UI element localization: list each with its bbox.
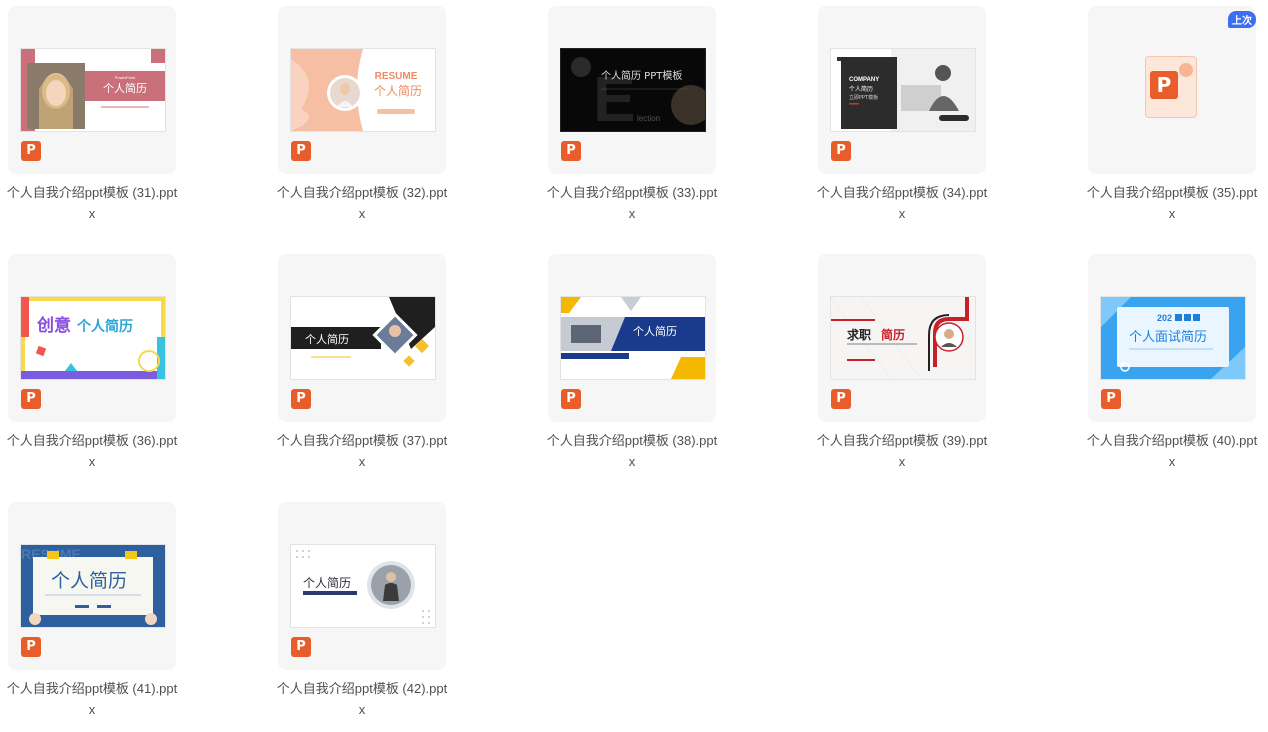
file-thumbnail: 个人简历 xyxy=(560,296,706,380)
file-name[interactable]: 个人自我介绍ppt模板 (41).pptx xyxy=(4,678,180,720)
file-item[interactable]: 个人简历 P 个人自我介绍ppt模板 (38).pptx xyxy=(547,254,728,484)
file-item[interactable]: 个人简历 PowerPoint P 个人自我介绍ppt模板 (31).pptx xyxy=(7,6,188,236)
powerpoint-icon: P xyxy=(21,637,41,657)
svg-text:COMPANY: COMPANY xyxy=(849,77,879,83)
file-card[interactable]: 个人简历 PowerPoint P xyxy=(8,6,176,174)
powerpoint-icon: P xyxy=(291,389,311,409)
powerpoint-icon: P xyxy=(831,141,851,161)
file-name[interactable]: 个人自我介绍ppt模板 (37).pptx xyxy=(274,430,450,472)
file-item[interactable]: P 上次 个人自我介绍ppt模板 (35).pptx xyxy=(1087,6,1268,236)
file-thumbnail: 求职 简历 xyxy=(830,296,976,380)
svg-text:RESUME: RESUME xyxy=(375,71,418,82)
powerpoint-icon: P xyxy=(21,389,41,409)
file-name[interactable]: 个人自我介绍ppt模板 (35).pptx xyxy=(1084,182,1260,224)
file-card[interactable]: 个人简历 P xyxy=(278,254,446,422)
file-item[interactable]: 个人简历 P 个人自我介绍ppt模板 (37).pptx xyxy=(277,254,458,484)
powerpoint-icon: P xyxy=(21,141,41,161)
file-card[interactable]: COMPANY 个人简历 立即PPT模板 P xyxy=(818,6,986,174)
file-card[interactable]: P 上次 xyxy=(1088,6,1256,174)
file-item[interactable]: COMPANY 个人简历 立即PPT模板 P 个人自我介绍ppt模板 (34).… xyxy=(817,6,998,236)
file-card[interactable]: RESUME 个人简历 P xyxy=(278,6,446,174)
powerpoint-icon: P xyxy=(291,141,311,161)
file-name[interactable]: 个人自我介绍ppt模板 (32).pptx xyxy=(274,182,450,224)
file-name[interactable]: 个人自我介绍ppt模板 (42).pptx xyxy=(274,678,450,720)
svg-text:创意: 创意 xyxy=(36,315,71,336)
svg-text:个人简历: 个人简历 xyxy=(303,576,351,590)
svg-text:个人简历: 个人简历 xyxy=(51,570,127,592)
svg-text:PowerPoint: PowerPoint xyxy=(115,75,136,80)
file-name[interactable]: 个人自我介绍ppt模板 (40).pptx xyxy=(1084,430,1260,472)
file-item[interactable]: 求职 简历 P 个人自我介绍ppt模板 (39).pptx xyxy=(817,254,998,484)
file-name[interactable]: 个人自我介绍ppt模板 (34).pptx xyxy=(814,182,990,224)
svg-text:求职: 求职 xyxy=(847,327,871,342)
powerpoint-icon: P xyxy=(1101,389,1121,409)
file-name[interactable]: 个人自我介绍ppt模板 (36).pptx xyxy=(4,430,180,472)
file-card[interactable]: 求职 简历 P xyxy=(818,254,986,422)
file-item[interactable]: 202 个人面试简历 P 个人自我介绍ppt模板 (40).pptx xyxy=(1087,254,1268,484)
file-card[interactable]: RESUME 个人简历 P xyxy=(8,502,176,670)
svg-text:简历: 简历 xyxy=(881,327,905,342)
file-name[interactable]: 个人自我介绍ppt模板 (33).pptx xyxy=(544,182,720,224)
file-item[interactable]: E 个人简历 PPT模板 lection P 个人自我介绍ppt模板 (33).… xyxy=(547,6,728,236)
svg-text:个人简历: 个人简历 xyxy=(305,332,349,346)
file-item[interactable]: 创意 个人简历 P 个人自我介绍ppt模板 (36).pptx xyxy=(7,254,188,484)
file-card[interactable]: 202 个人面试简历 P xyxy=(1088,254,1256,422)
last-opened-badge: 上次 xyxy=(1228,11,1256,28)
file-card[interactable]: 个人简历 P xyxy=(278,502,446,670)
file-thumbnail: E 个人简历 PPT模板 lection xyxy=(560,48,706,132)
file-thumbnail: RESUME 个人简历 xyxy=(20,544,166,628)
file-card[interactable]: 个人简历 P xyxy=(548,254,716,422)
file-item[interactable]: 个人简历 P 个人自我介绍ppt模板 (42).pptx xyxy=(277,502,458,732)
svg-text:个人简历: 个人简历 xyxy=(374,84,422,98)
svg-text:个人简历: 个人简历 xyxy=(103,81,147,95)
file-thumbnail: COMPANY 个人简历 立即PPT模板 xyxy=(830,48,976,132)
file-thumbnail: 个人简历 xyxy=(290,544,436,628)
powerpoint-icon: P xyxy=(561,141,581,161)
file-thumbnail: 202 个人面试简历 xyxy=(1100,296,1246,380)
file-card[interactable]: E 个人简历 PPT模板 lection P xyxy=(548,6,716,174)
svg-text:个人简历: 个人简历 xyxy=(849,85,873,93)
svg-text:个人简历: 个人简历 xyxy=(76,318,133,335)
file-thumbnail: 个人简历 PowerPoint xyxy=(20,48,166,132)
svg-text:个人简历 PPT模板: 个人简历 PPT模板 xyxy=(601,69,682,82)
file-thumbnail: 创意 个人简历 xyxy=(20,296,166,380)
file-item[interactable]: RESUME 个人简历 P 个人自我介绍ppt模板 (32).pptx xyxy=(277,6,458,236)
powerpoint-icon: P xyxy=(1145,56,1197,118)
svg-text:lection: lection xyxy=(637,114,660,123)
file-name[interactable]: 个人自我介绍ppt模板 (31).pptx xyxy=(4,182,180,224)
file-name[interactable]: 个人自我介绍ppt模板 (38).pptx xyxy=(544,430,720,472)
file-card[interactable]: 创意 个人简历 P xyxy=(8,254,176,422)
svg-text:个人简历: 个人简历 xyxy=(633,324,677,338)
file-item[interactable]: RESUME 个人简历 P 个人自我介绍ppt模板 (41).pptx xyxy=(7,502,188,732)
powerpoint-icon: P xyxy=(831,389,851,409)
file-name[interactable]: 个人自我介绍ppt模板 (39).pptx xyxy=(814,430,990,472)
file-thumbnail: 个人简历 xyxy=(290,296,436,380)
svg-text:个人面试简历: 个人面试简历 xyxy=(1129,329,1207,345)
svg-text:立即PPT模板: 立即PPT模板 xyxy=(849,94,878,101)
svg-text:202: 202 xyxy=(1157,313,1172,323)
powerpoint-icon: P xyxy=(291,637,311,657)
file-thumbnail: RESUME 个人简历 xyxy=(290,48,436,132)
powerpoint-icon: P xyxy=(561,389,581,409)
